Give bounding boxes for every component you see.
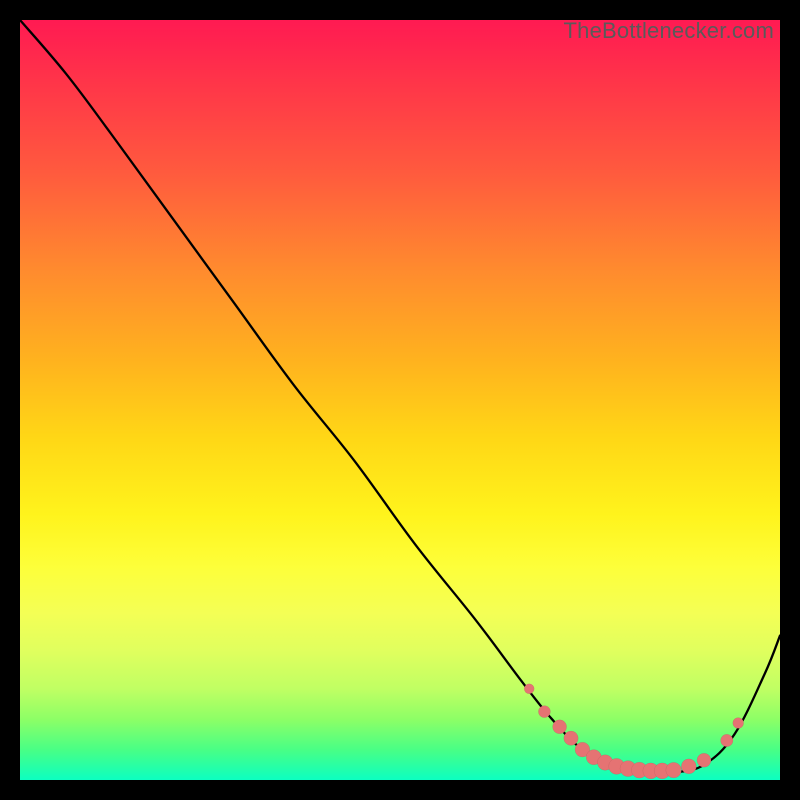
highlight-dot [721,734,733,746]
bottleneck-curve [20,20,780,773]
stage: TheBottlenecker.com [0,0,800,800]
highlight-dots [524,684,743,779]
highlight-dot [564,731,578,745]
highlight-dot [553,720,567,734]
highlight-dot [524,684,534,694]
highlight-dot [733,718,744,729]
highlight-dot [538,706,550,718]
highlight-dot [697,753,711,767]
chart-overlay [20,20,780,780]
highlight-dot [681,759,696,774]
highlight-dot [666,762,682,778]
plot-area: TheBottlenecker.com [20,20,780,780]
